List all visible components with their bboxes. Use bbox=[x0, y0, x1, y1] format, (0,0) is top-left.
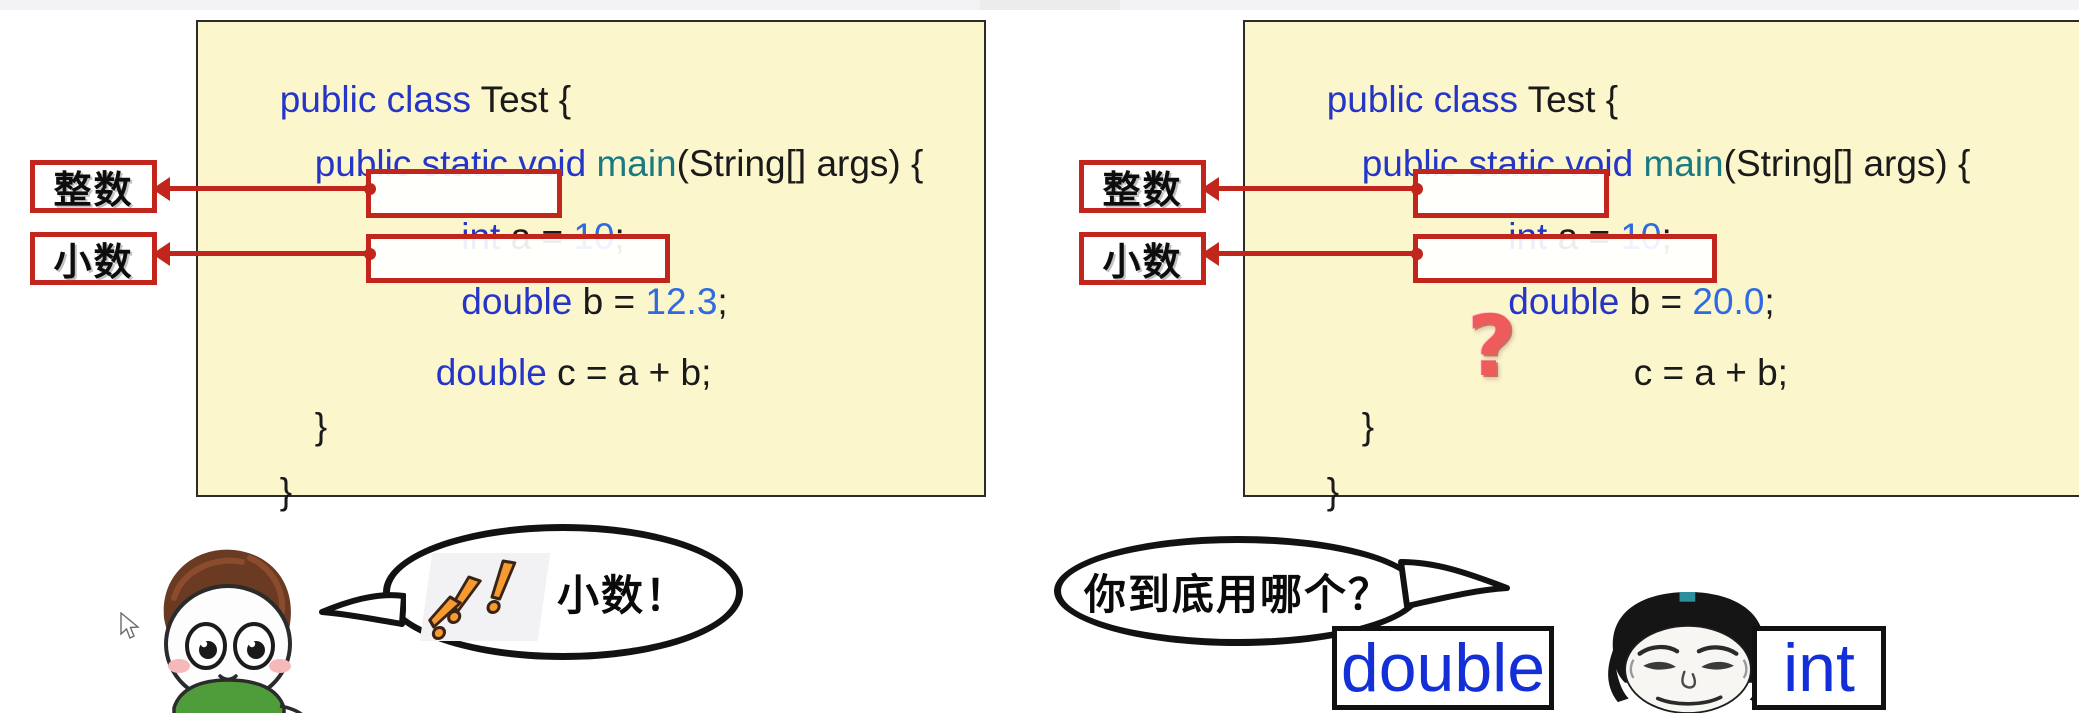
left-arrow-decimal-dot bbox=[364, 248, 376, 260]
left-arrow-integer-head bbox=[152, 177, 170, 201]
main-signature-args: (String[] args) { bbox=[676, 143, 924, 184]
brace-close-class: } bbox=[279, 471, 293, 512]
right-arrow-integer-head bbox=[1201, 177, 1219, 201]
left-arrow-decimal bbox=[170, 251, 370, 256]
left-cartoon-character bbox=[163, 549, 303, 713]
left-highlight-double-line: double b = 12.3; bbox=[366, 234, 728, 322]
right-highlight-int-line: int a = 10; bbox=[1413, 169, 1672, 257]
type-option-double[interactable]: double bbox=[1332, 626, 1554, 710]
code-line-right-result: c = a + b; bbox=[1572, 313, 1788, 433]
right-tag-decimal: 小数 bbox=[1079, 232, 1206, 285]
right-arrow-decimal-dot bbox=[1411, 248, 1423, 260]
right-arrow-decimal-head bbox=[1201, 242, 1219, 266]
right-speech-bubble-tail bbox=[1398, 559, 1510, 609]
code-line-left-result: double c = a + b; bbox=[374, 313, 712, 433]
left-tag-decimal: 小数 bbox=[30, 232, 157, 285]
left-speech-bubble: 小数！ bbox=[383, 524, 743, 660]
top-edge-band-mid bbox=[980, 0, 1120, 10]
left-arrow-integer bbox=[170, 186, 370, 191]
left-tag-integer: 整数 bbox=[30, 160, 157, 213]
result-expression: c = a + b; bbox=[546, 352, 712, 393]
right-code-panel: public class Test { public static void m… bbox=[1243, 20, 2079, 512]
right-tag-decimal-label: 小数 bbox=[1102, 240, 1183, 284]
right-arrow-integer-dot bbox=[1411, 183, 1423, 195]
question-mark-icon: ? bbox=[1467, 297, 1516, 395]
right-speech-bubble-text: 你到底用哪个？ bbox=[1083, 569, 1392, 619]
right-tag-integer-label: 整数 bbox=[1102, 168, 1183, 212]
left-arrow-decimal-head bbox=[152, 242, 170, 266]
right-tag-integer: 整数 bbox=[1079, 160, 1206, 213]
semicolon-double: ; bbox=[717, 281, 728, 322]
type-option-int[interactable]: int bbox=[1752, 626, 1886, 710]
left-tag-integer-label: 整数 bbox=[53, 168, 134, 212]
keyword-double-result: double bbox=[435, 352, 547, 393]
mouse-cursor bbox=[120, 612, 140, 639]
right-arrow-integer bbox=[1219, 186, 1417, 191]
type-option-double-label: double bbox=[1340, 630, 1546, 706]
brace-close-method-right: } bbox=[1361, 406, 1375, 447]
left-tag-decimal-label: 小数 bbox=[53, 240, 134, 284]
left-speech-bubble-text: 小数！ bbox=[556, 570, 689, 620]
brace-close-class-right: } bbox=[1326, 471, 1340, 512]
result-expression-right: c = a + b; bbox=[1633, 352, 1788, 393]
left-speech-bubble-tail bbox=[319, 592, 406, 627]
left-highlight-int-line: int a = 10; bbox=[366, 169, 625, 257]
left-code-panel: public class Test { public static void m… bbox=[196, 20, 986, 512]
code-line-right-close-class: } bbox=[1265, 432, 1339, 552]
slide-canvas: public class Test { public static void m… bbox=[0, 0, 2079, 713]
type-option-int-label: int bbox=[1783, 630, 1855, 706]
left-arrow-integer-dot bbox=[364, 183, 376, 195]
main-signature-args-right: (String[] args) { bbox=[1723, 143, 1971, 184]
brace-close-method: } bbox=[314, 406, 328, 447]
right-arrow-decimal bbox=[1219, 251, 1417, 256]
right-highlight-double-line: double b = 20.0; bbox=[1413, 234, 1775, 322]
code-line-left-close-class: } bbox=[218, 432, 292, 552]
exclamation-marks-icon bbox=[419, 553, 551, 641]
